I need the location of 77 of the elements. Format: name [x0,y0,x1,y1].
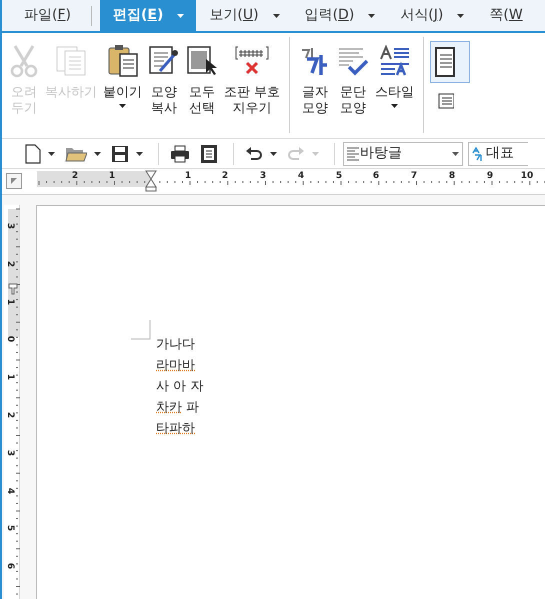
style-select[interactable]: 바탕글 [343,142,463,166]
ruler-number: 3 [260,171,266,181]
menu-tab[interactable]: 파일(F) [2,0,91,31]
ruler-number: 3 [5,450,16,456]
ruler-number: 2 [5,412,16,418]
caret-icon [94,152,101,156]
menu-tab[interactable]: 편집(E) [100,0,196,31]
ruler-number: 5 [336,171,342,181]
caret-icon [312,152,319,156]
ruler-number: 2 [72,171,78,181]
caret-icon [272,14,280,18]
ribbon-button[interactable]: 조판 부호 지우기 [221,41,284,117]
document-cursor-icon [186,45,218,77]
clipboard-icon [106,44,138,78]
ruler-number: 1 [184,171,192,181]
printer-icon [170,144,190,162]
ruler-number: 4 [298,171,304,181]
caret-icon [136,152,143,156]
page-icon [435,47,456,77]
document-text: 가나다 [156,337,195,352]
menu-tab[interactable]: 서식(J) [387,0,476,31]
ruler-number: 8 [448,171,456,181]
ruler-number: 6 [5,563,16,570]
crop-mark-icon [131,320,151,340]
scissors-icon [9,44,39,78]
indent-marker-icon[interactable] [8,283,18,295]
ruler-number: 3 [5,222,16,230]
menu-tab[interactable]: 보기(U) [196,0,292,31]
document-icon [200,144,218,164]
blank-page-icon [25,144,41,164]
ribbon-button[interactable]: 문단 모양 [334,41,372,117]
paragraph-lines-icon [347,146,359,160]
ribbon-button[interactable]: 스타일 [372,41,418,117]
document-text: 타파하 [156,421,195,436]
ruler-number: 1 [5,298,16,305]
ruler-number: 9 [486,171,494,181]
ruler-number: 5 [5,525,16,532]
ribbon-button[interactable]: 모양 복사 [145,41,183,117]
caret-icon [391,104,398,108]
list-icon[interactable] [438,93,454,109]
layout-button[interactable] [430,41,470,83]
document-brush-icon [148,45,180,77]
font-icon [472,146,484,160]
ruler-number: 0 [5,336,16,343]
menu-tab[interactable]: 입력(D) [292,0,388,31]
document-text: 파 [185,400,200,415]
ruler-number: 4 [5,487,16,494]
corner-icon [11,178,17,184]
ribbon-button[interactable]: 붙이기 [100,41,145,117]
document-text: 사 아 자 [156,379,204,394]
ruler-number: 2 [5,260,16,267]
document-text: 차카 [156,400,182,415]
indent-marker-icon[interactable] [145,170,157,192]
document-text: 라마바 [156,358,195,373]
redo-icon [287,146,305,162]
font-select[interactable]: 대표 [468,142,528,166]
caret-icon [368,14,376,18]
menu-tab[interactable]: 쪽(W [476,0,535,31]
ribbon-button[interactable]: 글자 모양 [296,41,334,117]
code-delete-icon [235,45,270,77]
ruler-number: 10 [520,171,534,181]
ruler-number: 1 [108,171,116,181]
ribbon-button[interactable]: 모두 선택 [183,41,221,117]
copy-icon [55,45,87,77]
ruler-corner-button[interactable] [6,173,22,189]
undo-icon [245,146,263,162]
ruler-number: 2 [222,171,228,181]
caret-icon [457,14,464,18]
caret-icon [270,152,277,156]
ruler-number: 1 [5,374,16,380]
ruler-number: 6 [372,171,380,181]
caret-icon [48,152,55,156]
text-style-icon [378,45,411,77]
caret-icon [452,152,459,156]
caret-icon [177,14,184,18]
ruler-number: 7 [410,171,418,181]
caret-icon [119,104,126,108]
